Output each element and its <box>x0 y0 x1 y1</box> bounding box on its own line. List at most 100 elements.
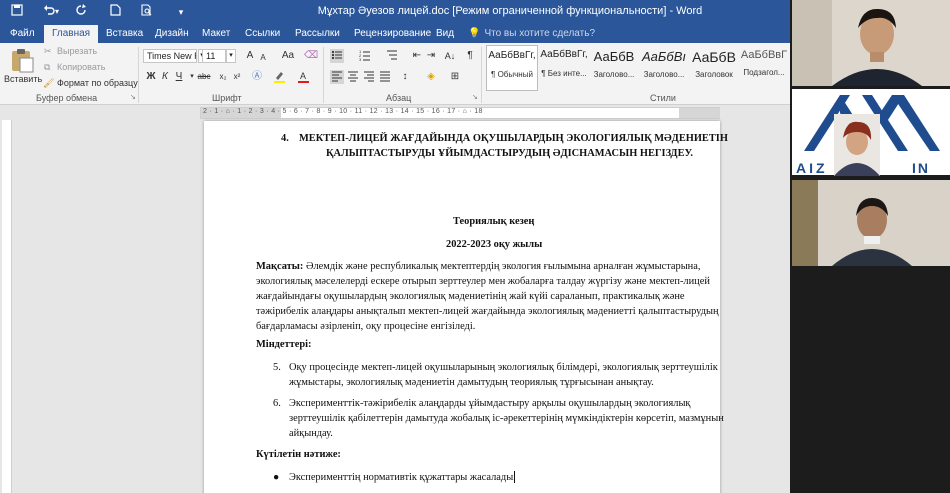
style-sample: АаБбВ <box>593 49 635 64</box>
style-sample: АаБбВвГг, <box>540 49 588 60</box>
paste-button[interactable]: Вставить <box>4 47 42 89</box>
new-doc-icon[interactable] <box>106 3 124 21</box>
redo-icon[interactable] <box>72 3 90 21</box>
underline-button[interactable]: Ч <box>172 70 186 84</box>
decrease-indent-icon[interactable]: ⇤ <box>410 49 424 63</box>
word-window: ▾ ▾ Мұхтар Әуезов лицей.doc [Режим огран… <box>0 0 790 493</box>
grow-font-button[interactable]: A <box>243 49 257 63</box>
task-5-line-1: Оқу процесінде мектеп-лицей оқушыларының… <box>289 362 718 373</box>
subscript-button[interactable]: x₂ <box>216 70 230 84</box>
horizontal-ruler[interactable]: 2 · 1 · ⌂ · 1 · 2 · 3 · 4 · 5 · 6 · 7 · … <box>200 107 720 119</box>
video-tile-1[interactable] <box>792 0 950 86</box>
cut-button[interactable]: Вырезать <box>57 46 97 56</box>
tab-mailings[interactable]: Рассылки <box>287 25 348 43</box>
style-sample: АаБбВвГг, <box>488 50 536 61</box>
expected-result-heading: Күтілетін нәтиже: <box>256 449 341 460</box>
lightbulb-icon: 💡 <box>468 28 481 39</box>
align-left-icon[interactable] <box>330 70 344 84</box>
font-group-label: Шрифт <box>212 93 242 103</box>
tell-me-box[interactable]: 💡 Что вы хотите сделать? <box>468 25 595 43</box>
vertical-ruler[interactable] <box>2 120 12 493</box>
style-sample: АаБбВвГ <box>740 49 788 61</box>
format-painter-button[interactable]: Формат по образцу <box>57 78 138 88</box>
font-size-dropdown-icon[interactable]: ▾ <box>226 49 236 63</box>
multilevel-list-icon[interactable] <box>385 49 399 63</box>
strikethrough-button[interactable]: abc <box>195 70 213 84</box>
text-effects-icon[interactable]: Ⓐ <box>250 70 264 84</box>
tab-file[interactable]: Файл <box>2 25 43 43</box>
dialog-launcher-icon[interactable]: ↘ <box>130 93 136 101</box>
style-normal[interactable]: АаБбВвГг, ¶ Обычный <box>486 45 538 91</box>
print-preview-icon[interactable] <box>138 3 156 21</box>
video-call-panel: AIZ IN <box>790 0 950 493</box>
document-page[interactable]: 4. МЕКТЕП-ЛИЦЕЙ ЖАҒДАЙЫНДА ОҚУШЫЛАРДЫҢ Э… <box>204 121 728 493</box>
document-title: Мұхтар Әуезов лицей.doc [Режим ограничен… <box>317 5 703 17</box>
goal-text: Әлемдік және республикалық мектептердің … <box>303 261 701 272</box>
goal-line-5: бағдарламасы әзірленіп, оқу процесіне ен… <box>256 321 476 332</box>
borders-icon[interactable]: ⊞ <box>448 70 462 84</box>
goal-line-4: тәжірибелік алаңдары анықталып мектеп-ли… <box>256 306 719 317</box>
group-divider <box>323 47 324 103</box>
font-size-box[interactable]: 11 <box>202 49 226 63</box>
increase-indent-icon[interactable]: ⇥ <box>424 49 438 63</box>
style-name: Подзагол... <box>743 68 785 77</box>
text-cursor <box>514 471 515 483</box>
style-heading-2[interactable]: АаБбВı Заголово... <box>638 45 690 91</box>
heading-line-2: ҚАЛЫПТАСТЫРУДЫ ҰЙЫМДАСТЫРУДЫҢ ӘДІСНАМАСЫ… <box>326 148 694 159</box>
bullets-icon[interactable] <box>330 49 344 63</box>
align-center-icon[interactable] <box>346 70 360 84</box>
style-name: ¶ Без инте... <box>541 69 587 78</box>
tab-insert[interactable]: Вставка <box>98 25 151 43</box>
italic-button[interactable]: К <box>158 70 172 84</box>
paragraph-group-label: Абзац <box>386 93 412 103</box>
more-icon[interactable]: ▾ <box>172 3 190 21</box>
tab-layout[interactable]: Макет <box>194 25 238 43</box>
line-spacing-icon[interactable]: ↕ <box>398 70 412 84</box>
undo-dropdown-icon[interactable]: ▾ <box>52 3 62 21</box>
highlight-icon[interactable] <box>272 70 286 84</box>
justify-icon[interactable] <box>378 70 392 84</box>
font-color-icon[interactable]: A <box>296 70 310 84</box>
style-title[interactable]: АаБбВ Заголовок <box>688 45 740 91</box>
video-tile-overlay[interactable] <box>834 114 880 176</box>
school-year: 2022-2023 оқу жылы <box>446 239 543 250</box>
save-icon[interactable] <box>8 3 26 21</box>
change-case-button[interactable]: Aa <box>278 49 298 63</box>
font-name-box[interactable]: Times New R <box>143 49 197 63</box>
numbering-icon[interactable]: 123 <box>358 49 372 63</box>
bullet-icon: ● <box>273 472 280 483</box>
style-no-spacing[interactable]: АаБбВвГг, ¶ Без инте... <box>538 45 590 91</box>
task-5-line-2: жұмыстары, экологиялық мәдениетін дамыту… <box>289 377 654 388</box>
group-divider <box>138 47 139 103</box>
shrink-font-button[interactable]: A <box>256 51 270 65</box>
group-divider <box>481 47 482 103</box>
task-6-line-2: зерттеушілік қабілеттерін дамытуда жобал… <box>289 413 724 424</box>
svg-text:A: A <box>300 71 306 81</box>
ruler-scale: 2 · 1 · ⌂ · 1 · 2 · 3 · 4 · 5 · 6 · 7 · … <box>203 108 483 115</box>
participant-video <box>792 180 950 266</box>
tab-references[interactable]: Ссылки <box>237 25 288 43</box>
bullet-item: Эксперименттің нормативтік құжаттары жас… <box>289 472 516 483</box>
stage-title: Теориялық кезең <box>453 216 535 227</box>
clear-formatting-icon[interactable]: ⌫ <box>304 49 318 63</box>
copy-button[interactable]: Копировать <box>57 62 105 72</box>
tab-view[interactable]: Вид <box>428 25 462 43</box>
task-6-line-3: айқындау. <box>289 428 333 439</box>
video-tile-3[interactable] <box>792 180 950 266</box>
tab-design[interactable]: Дизайн <box>147 25 197 43</box>
tab-home[interactable]: Главная <box>44 25 99 43</box>
superscript-button[interactable]: x² <box>230 70 244 84</box>
tasks-heading: Міндеттері: <box>256 339 312 350</box>
tab-review[interactable]: Рецензирование <box>346 25 439 43</box>
shading-icon[interactable]: ◈ <box>424 70 438 84</box>
style-subtitle[interactable]: АаБбВвГ Подзагол... <box>738 45 790 91</box>
style-sample: АаБбВ <box>692 49 736 65</box>
style-heading-1[interactable]: АаБбВ Заголово... <box>588 45 640 91</box>
bold-button[interactable]: Ж <box>144 70 158 84</box>
sort-icon[interactable]: A↓ <box>443 49 457 63</box>
align-right-icon[interactable] <box>362 70 376 84</box>
dialog-launcher-icon[interactable]: ↘ <box>472 93 478 101</box>
show-marks-icon[interactable]: ¶ <box>463 49 477 63</box>
task-6-number: 6. <box>273 398 281 409</box>
paste-icon <box>12 49 34 73</box>
